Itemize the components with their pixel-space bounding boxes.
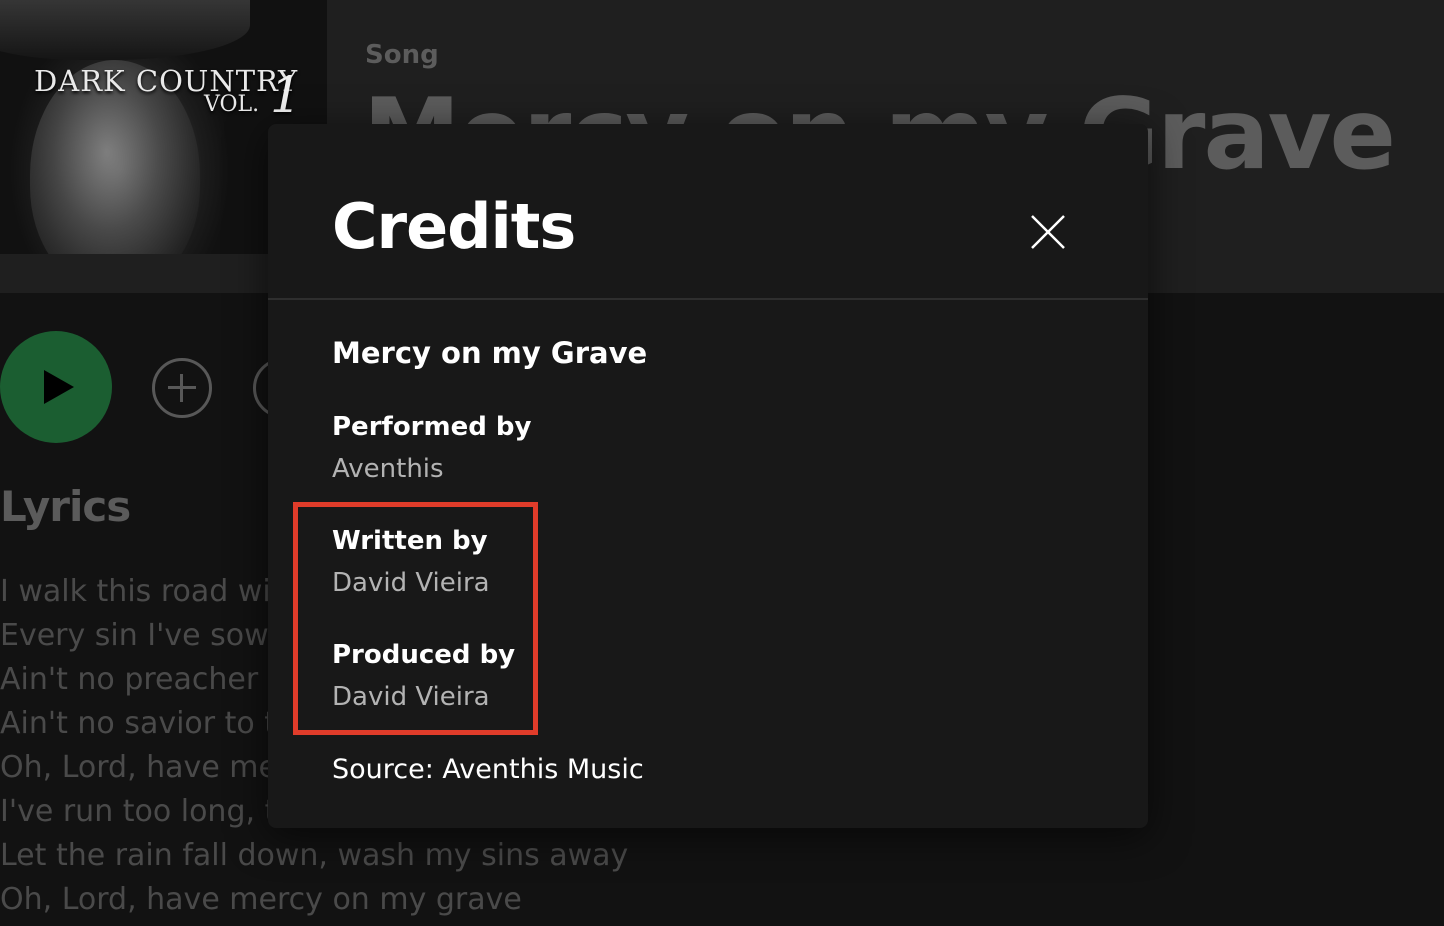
credits-song-title: Mercy on my Grave [332, 336, 648, 370]
dialog-divider [268, 298, 1148, 300]
credit-name-performer[interactable]: Aventhis [332, 454, 444, 484]
credit-role-performed: Performed by [332, 412, 532, 442]
highlight-annotation [293, 502, 538, 735]
credits-dialog: Credits Mercy on my Grave Performed by A… [268, 124, 1148, 828]
dialog-title: Credits [332, 190, 576, 263]
credits-source: Source: Aventhis Music [332, 754, 644, 785]
close-icon [1031, 215, 1065, 249]
close-button[interactable] [1030, 214, 1066, 250]
